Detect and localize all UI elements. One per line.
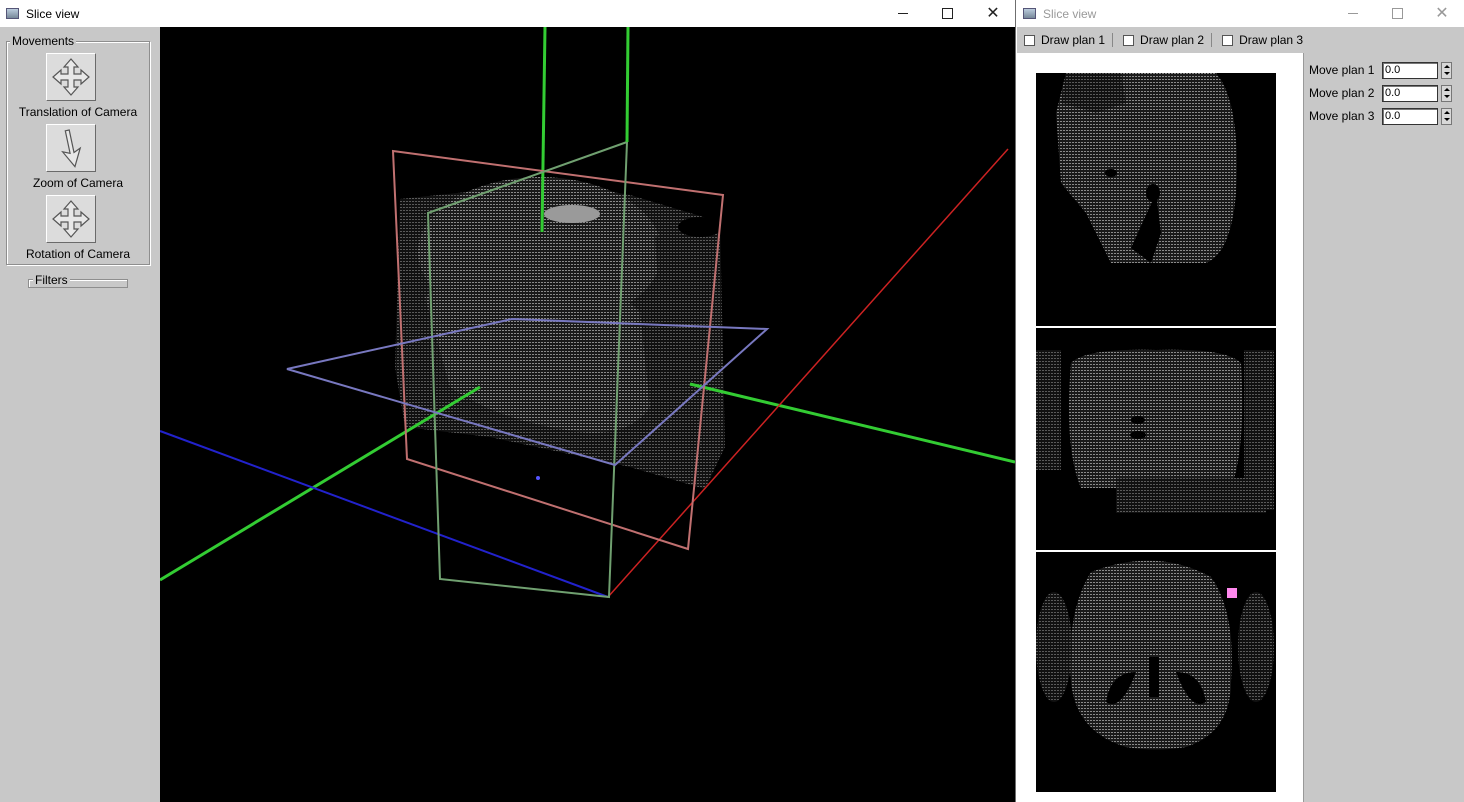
slice-image-2	[1036, 349, 1274, 513]
3d-scene	[160, 27, 1015, 599]
slice-view-2[interactable]	[1036, 328, 1276, 550]
zoom-camera-label: Zoom of Camera	[32, 176, 124, 190]
translation-camera-label: Translation of Camera	[18, 105, 138, 119]
title-bar: Slice view ✕	[0, 0, 1015, 27]
minimize-button[interactable]	[880, 0, 926, 27]
spin-up-icon[interactable]	[1443, 64, 1450, 68]
marker-square	[1227, 588, 1237, 598]
maximize-button[interactable]	[1374, 0, 1420, 27]
slice-view-1[interactable]	[1036, 73, 1276, 326]
minimize-button[interactable]	[1330, 0, 1376, 27]
slice-image-3	[1036, 560, 1274, 750]
separator	[1112, 33, 1114, 47]
checkbox-box[interactable]	[1024, 34, 1035, 46]
move-plan-1-input[interactable]: 0.0	[1382, 61, 1438, 79]
app-icon	[1023, 8, 1036, 19]
axis-green-top-line	[625, 27, 630, 143]
maximize-icon	[941, 8, 953, 19]
slice-window-title: Slice view	[1043, 6, 1097, 21]
checkbox-box[interactable]	[1123, 34, 1135, 46]
minimize-icon	[1348, 13, 1358, 14]
move-plan-3-row: Move plan 3 0.0	[1309, 107, 1452, 125]
rotation-camera-button[interactable]	[46, 195, 96, 243]
slice-views-area	[1017, 53, 1304, 802]
checkbox-label: Draw plan 2	[1140, 33, 1205, 47]
slice-title-bar: Slice view ✕	[1017, 0, 1464, 27]
move-plan-2-input[interactable]: 0.0	[1382, 84, 1438, 102]
axis-blue-line	[160, 430, 609, 598]
draw-plan-1-checkbox[interactable]: Draw plan 1	[1024, 33, 1105, 47]
draw-plan-bar: Draw plan 1 Draw plan 2 Draw plan 3	[1017, 27, 1464, 53]
spin-up-icon[interactable]	[1443, 87, 1450, 91]
move-plan-label: Move plan 2	[1309, 86, 1375, 100]
spin-down-icon[interactable]	[1443, 118, 1450, 122]
move-plan-controls: Move plan 1 0.0 Move plan 2 0.0 Move pla…	[1304, 53, 1464, 802]
spin-down-icon[interactable]	[1443, 95, 1450, 99]
translation-camera-button[interactable]	[46, 53, 96, 101]
left-panel: Movements Translation of Camera Zoom of …	[0, 27, 160, 802]
checkbox-box[interactable]	[1222, 34, 1234, 46]
draw-plan-3-checkbox[interactable]: Draw plan 3	[1222, 33, 1303, 47]
movements-legend: Movements	[10, 34, 77, 48]
spin-down-icon[interactable]	[1443, 72, 1450, 76]
zoom-arrow-icon	[61, 129, 82, 168]
minimize-icon	[898, 13, 908, 14]
origin-marker	[536, 476, 540, 480]
spin-up-icon[interactable]	[1443, 110, 1450, 114]
checkbox-label: Draw plan 1	[1041, 33, 1106, 47]
close-icon: ✕	[986, 4, 1000, 22]
close-icon: ✕	[1435, 4, 1449, 22]
move-plan-2-row: Move plan 2 0.0	[1309, 84, 1452, 102]
move-arrows-icon	[52, 58, 90, 96]
slice-image-1	[1056, 73, 1237, 263]
separator	[1211, 33, 1213, 47]
draw-plan-2-checkbox[interactable]: Draw plan 2	[1123, 33, 1204, 47]
move-plan-2-spinner[interactable]	[1441, 84, 1452, 102]
app-icon	[6, 8, 19, 19]
checkbox-label: Draw plan 3	[1239, 33, 1304, 47]
close-button[interactable]: ✕	[970, 0, 1015, 27]
move-plan-1-row: Move plan 1 0.0	[1309, 61, 1452, 79]
slice-view-3[interactable]	[1036, 552, 1276, 792]
maximize-button[interactable]	[924, 0, 970, 27]
move-plan-1-spinner[interactable]	[1441, 61, 1452, 79]
rotation-camera-label: Rotation of Camera	[25, 247, 131, 261]
slice-window: Slice view ✕ Draw plan 1 Draw plan 2 Dra…	[1017, 0, 1464, 802]
window-title: Slice view	[26, 6, 80, 21]
zoom-camera-button[interactable]	[46, 124, 96, 172]
axis-green-line-left	[160, 385, 481, 582]
move-arrows-icon	[52, 200, 90, 238]
filters-legend: Filters	[33, 273, 70, 287]
3d-viewport[interactable]	[160, 27, 1015, 802]
move-plan-3-input[interactable]: 0.0	[1382, 107, 1438, 125]
maximize-icon	[1391, 8, 1403, 19]
move-plan-3-spinner[interactable]	[1441, 107, 1452, 125]
move-plan-label: Move plan 3	[1309, 109, 1375, 123]
close-button[interactable]: ✕	[1419, 0, 1464, 27]
main-window: Slice view ✕ Movements Translation of Ca…	[0, 0, 1016, 802]
move-plan-label: Move plan 1	[1309, 63, 1375, 77]
